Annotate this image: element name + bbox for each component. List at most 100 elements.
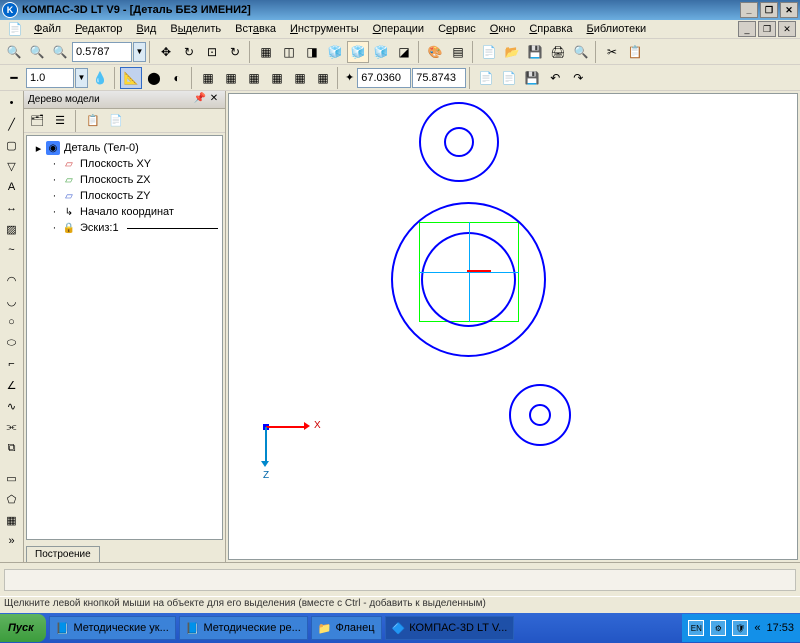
new-icon[interactable]: 📄 [478,41,500,63]
grid6-icon[interactable]: ▦ [312,67,334,89]
pan-icon[interactable]: ✥ [155,41,177,63]
menu-file[interactable]: Файл [28,21,67,37]
menu-window[interactable]: Окно [484,21,522,37]
menu-select[interactable]: Выделить [164,21,227,37]
pin-icon[interactable]: 📌 [193,93,207,107]
tree-body[interactable]: ▸ ◉ Деталь (Тел-0) ·▱ Плоскость XY ·▱ Пл… [26,135,223,540]
tree-tool2-icon[interactable]: ☰ [50,111,70,131]
tree-tool1-icon[interactable]: 🗂 [27,111,47,131]
clock[interactable]: 17:53 [766,622,794,634]
zoom-window-icon[interactable]: 🔍 [49,41,71,63]
maximize-button[interactable]: ❐ [760,2,778,18]
tray-expand-icon[interactable]: « [754,622,760,634]
tree-item-zy[interactable]: ·▱ Плоскость ZY [31,188,218,204]
vspline-icon[interactable]: ∿ [2,396,22,416]
grid4-icon[interactable]: ▦ [266,67,288,89]
coord-y-input[interactable] [412,68,466,88]
tree-root[interactable]: ▸ ◉ Деталь (Тел-0) [31,140,218,156]
snap-end-icon[interactable]: ⬤ [143,67,165,89]
mdi-restore-button[interactable]: ❐ [758,21,776,37]
close-button[interactable]: ✕ [780,2,798,18]
refresh-icon[interactable]: ↻ [224,41,246,63]
vellipse-icon[interactable]: ⬭ [2,333,22,353]
tree-item-xy[interactable]: ·▱ Плоскость XY [31,156,218,172]
snap-mid-icon[interactable]: ◐ [166,67,188,89]
tree-item-sketch[interactable]: ·🔒 Эскиз:1 [31,220,218,236]
tree-tab-build[interactable]: Построение [26,546,100,562]
vcurve-icon[interactable]: ~ [2,240,22,260]
varc1-icon[interactable]: ◠ [2,270,22,290]
doc2-icon[interactable]: 📄 [498,67,520,89]
zoom-out-icon[interactable]: 🔍 [26,41,48,63]
cube2-icon[interactable]: 🧊 [347,41,369,63]
lang-indicator[interactable]: EN [688,620,704,636]
task-item-1[interactable]: 📘Методические ук... [49,616,176,640]
task-item-3[interactable]: 📁Фланец [311,616,382,640]
start-button[interactable]: Пуск [0,614,46,642]
undo-icon[interactable]: ↶ [544,67,566,89]
minimize-button[interactable]: _ [740,2,758,18]
tray-icon-1[interactable]: ⚙ [710,620,726,636]
copy-icon[interactable]: 📋 [624,41,646,63]
menu-insert[interactable]: Вставка [229,21,282,37]
scale-dropdown[interactable]: ▼ [75,68,88,88]
mdi-close-button[interactable]: ✕ [778,21,796,37]
open-icon[interactable]: 📂 [501,41,523,63]
redo-icon[interactable]: ↷ [567,67,589,89]
fit-icon[interactable]: ⊡ [201,41,223,63]
cube1-icon[interactable]: 🧊 [324,41,346,63]
eyedrop-icon[interactable]: 💧 [89,67,111,89]
perspective-icon[interactable]: ◪ [393,41,415,63]
vcorner-icon[interactable]: ⌐ [2,354,22,374]
doc1-icon[interactable]: 📄 [475,67,497,89]
vfill-icon[interactable]: ▨ [2,219,22,239]
scale-input[interactable] [26,68,74,88]
vexpand-icon[interactable]: » [2,531,22,551]
zoom-in-icon[interactable]: 🔍 [3,41,25,63]
tree-tool3-icon[interactable]: 📋 [83,111,103,131]
zoom-dropdown[interactable]: ▼ [133,42,146,62]
tree-tool4-icon[interactable]: 📄 [106,111,126,131]
menu-operations[interactable]: Операции [367,21,430,37]
vline-icon[interactable]: ╱ [2,114,22,134]
savedoc-icon[interactable]: 💾 [521,67,543,89]
vtriangle-icon[interactable]: ▽ [2,156,22,176]
print-icon[interactable]: 🖨 [547,41,569,63]
tree-item-zx[interactable]: ·▱ Плоскость ZX [31,172,218,188]
zoom-input[interactable] [72,42,132,62]
tree-item-origin[interactable]: ·↳ Начало координат [31,204,218,220]
vsquare-icon[interactable]: ▢ [2,135,22,155]
app-menu-icon[interactable]: 📄 [4,18,26,40]
coord-x-input[interactable] [357,68,411,88]
save-icon[interactable]: 💾 [524,41,546,63]
vhatch-icon[interactable]: ▦ [2,510,22,530]
menu-help[interactable]: Справка [523,21,578,37]
vpoint-icon[interactable]: • [2,93,22,113]
cube3-icon[interactable]: 🧊 [370,41,392,63]
line-style-icon[interactable]: ━ [3,67,25,89]
grid2-icon[interactable]: ▦ [220,67,242,89]
color-icon[interactable]: 🎨 [424,41,446,63]
grid-icon[interactable]: ▦ [197,67,219,89]
menu-libraries[interactable]: Библиотеки [581,21,653,37]
tray-icon-2[interactable]: 🛡 [732,620,748,636]
tree-close-icon[interactable]: ✕ [207,93,221,107]
wireframe-icon[interactable]: ▦ [255,41,277,63]
grid3-icon[interactable]: ▦ [243,67,265,89]
menu-view[interactable]: Вид [130,21,162,37]
drawing-canvas[interactable]: X Z [228,93,798,560]
varc2-icon[interactable]: ◡ [2,291,22,311]
vtext-icon[interactable]: A [2,177,22,197]
layers-icon[interactable]: ▤ [447,41,469,63]
vrect-icon[interactable]: ▭ [2,468,22,488]
vmirror-icon[interactable]: ⧉ [2,438,22,458]
menu-editor[interactable]: Редактор [69,21,128,37]
vchain-icon[interactable]: ⫘ [2,417,22,437]
grid5-icon[interactable]: ▦ [289,67,311,89]
mdi-minimize-button[interactable]: _ [738,21,756,37]
task-item-4[interactable]: 🔷КОМПАС-3D LT V... [385,616,515,640]
menu-service[interactable]: Сервис [432,21,482,37]
cut-icon[interactable]: ✂ [601,41,623,63]
task-item-2[interactable]: 📘Методические ре... [179,616,308,640]
vcircle-icon[interactable]: ○ [2,312,22,332]
